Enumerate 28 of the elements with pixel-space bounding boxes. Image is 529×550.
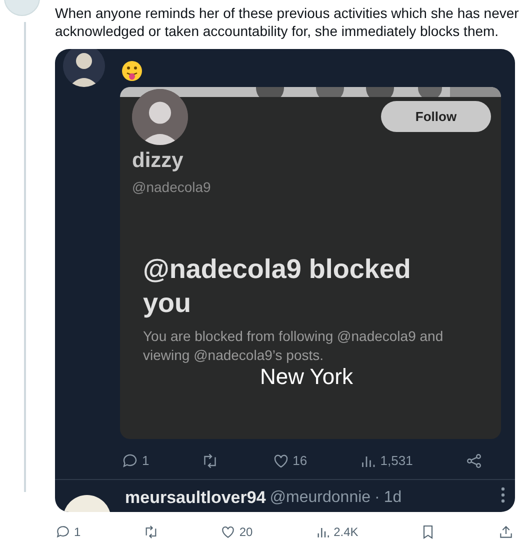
caption: New York xyxy=(260,364,353,389)
like-button[interactable]: 20 xyxy=(220,523,253,541)
reply-button[interactable]: 1 xyxy=(55,523,81,541)
share-button[interactable] xyxy=(465,452,483,470)
reply-author-name[interactable]: meursaultlover94 xyxy=(125,486,266,508)
share-button[interactable] xyxy=(498,524,514,540)
avatar xyxy=(132,89,188,145)
reply-button[interactable]: 1 xyxy=(121,451,150,470)
reply-icon xyxy=(55,524,71,540)
share-icon xyxy=(465,452,483,470)
share-icon xyxy=(498,524,514,540)
follow-button[interactable]: Follow xyxy=(381,101,491,132)
tongue-face-icon xyxy=(121,60,143,82)
more-icon[interactable] xyxy=(501,486,505,502)
reply-time[interactable]: 1d xyxy=(384,486,402,508)
profile-name: dizzy xyxy=(132,149,184,173)
separator: · xyxy=(374,488,380,508)
views-button[interactable]: 2.4K xyxy=(314,523,358,541)
like-button[interactable]: 16 xyxy=(272,451,308,470)
heart-icon xyxy=(220,524,236,540)
views-button[interactable]: 1,531 xyxy=(359,451,413,470)
reply-icon xyxy=(121,452,139,470)
tweet-text: When anyone reminds her of these previous activities which she has never acknowledged or taken accountability for, she immediately blocks them. xyxy=(55,4,520,40)
profile-handle: @nadecola9 xyxy=(132,178,212,197)
reply-author-handle[interactable]: @meurdonnie xyxy=(270,486,371,508)
avatar xyxy=(63,494,111,512)
blocked-title: @nadecola9 blocked you xyxy=(143,253,412,320)
blocked-message: You are blocked from following @nadecola9 and viewing @nadecola9’s posts. xyxy=(143,327,444,365)
